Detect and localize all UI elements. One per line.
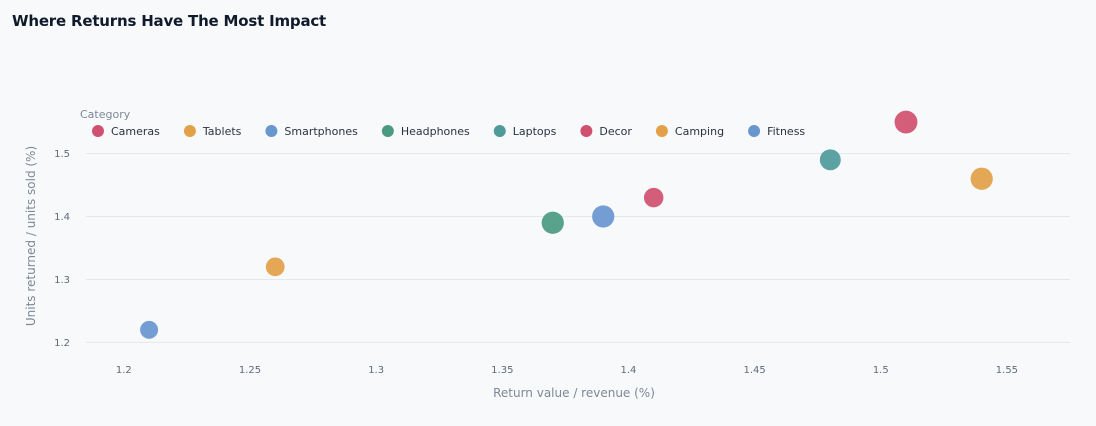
legend-swatch <box>493 125 506 137</box>
legend-item[interactable]: Laptops <box>493 125 557 138</box>
legend-swatch <box>580 125 593 137</box>
y-axis-label: Units returned / units sold (%) <box>24 146 38 326</box>
points-layer <box>140 110 993 339</box>
y-tick-label: 1.5 <box>54 149 70 160</box>
x-tick-label: 1.35 <box>491 365 513 376</box>
legend-label: Tablets <box>202 125 242 138</box>
legend-item[interactable]: Cameras <box>92 125 160 138</box>
x-tick-label: 1.45 <box>743 365 765 376</box>
scatter-chart: 1.2 1.3 1.4 1.5 1.2 1.25 1.3 1.35 1.4 1.45 1.5 1.55… <box>24 108 1070 400</box>
x-tick-label: 1.3 <box>368 365 384 376</box>
x-axis-label: Return value / revenue (%) <box>493 386 655 400</box>
legend-title: Category <box>80 108 131 121</box>
legend-label: Headphones <box>401 125 470 138</box>
legend-label: Camping <box>675 125 724 138</box>
legend-item[interactable]: Fitness <box>748 125 805 138</box>
legend-swatch <box>655 125 668 137</box>
data-point[interactable] <box>819 149 841 171</box>
y-tick-label: 1.3 <box>54 275 70 286</box>
legend-item[interactable]: Headphones <box>381 125 470 138</box>
x-tick-label: 1.2 <box>116 365 132 376</box>
data-point[interactable] <box>541 211 564 234</box>
legend: Category Cameras Tablets Smartphones Headpho… <box>80 108 805 138</box>
data-point[interactable] <box>265 257 285 277</box>
legend-swatch <box>748 125 761 137</box>
legend-swatch <box>92 125 104 137</box>
legend-item[interactable]: Smartphones <box>265 125 358 138</box>
legend-item[interactable]: Decor <box>580 125 632 138</box>
grid-layer <box>86 153 1070 343</box>
legend-label: Smartphones <box>284 125 358 138</box>
data-point[interactable] <box>643 187 664 208</box>
legend-label: Laptops <box>513 125 557 138</box>
y-tick-label: 1.4 <box>54 212 70 223</box>
legend-label: Fitness <box>767 125 805 138</box>
data-point[interactable] <box>970 167 993 190</box>
x-tick-label: 1.25 <box>239 365 261 376</box>
legend-swatch <box>183 125 196 137</box>
y-tick-label: 1.2 <box>54 338 70 349</box>
legend-swatch <box>265 125 278 137</box>
x-tick-label: 1.4 <box>621 365 637 376</box>
data-point[interactable] <box>140 320 159 339</box>
legend-item[interactable]: Camping <box>655 125 724 138</box>
x-tick-label: 1.55 <box>996 365 1018 376</box>
legend-swatch <box>381 125 394 137</box>
data-point[interactable] <box>592 205 615 228</box>
legend-label: Decor <box>599 125 632 138</box>
legend-item[interactable]: Tablets <box>183 125 242 138</box>
data-point[interactable] <box>894 110 918 134</box>
x-tick-label: 1.5 <box>873 365 889 376</box>
legend-label: Cameras <box>111 125 160 138</box>
